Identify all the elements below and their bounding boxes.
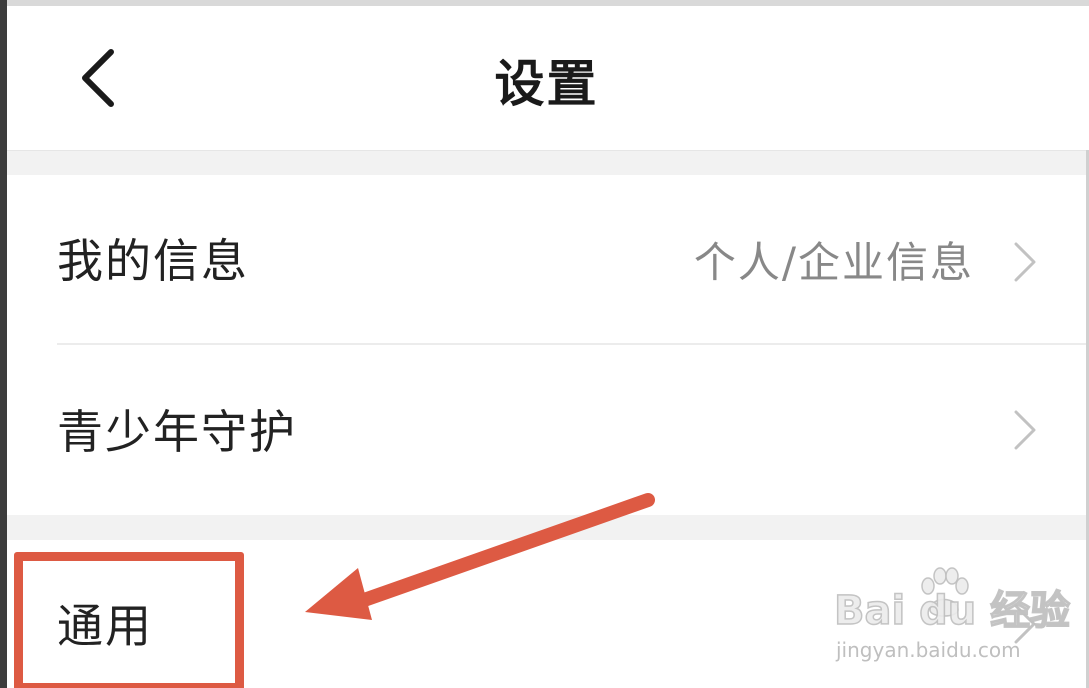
- settings-item-label: 青少年守护: [57, 405, 297, 459]
- section-gap: [7, 515, 1086, 540]
- settings-item-youth-protection[interactable]: 青少年守护: [7, 345, 1086, 515]
- top-bar: 设置: [7, 6, 1086, 150]
- settings-item-label: 我的信息: [57, 234, 249, 288]
- annotation-highlight-box: [14, 552, 244, 688]
- section-gap: [7, 150, 1086, 175]
- chevron-right-icon: [1014, 604, 1036, 644]
- chevron-right-icon: [1014, 410, 1036, 450]
- settings-screen: 设置 我的信息 个人/企业信息 青少年守护 通用 Bai du 经验 jingy…: [0, 0, 1089, 688]
- settings-item-value: 个人/企业信息: [693, 238, 974, 287]
- chevron-right-icon: [1014, 242, 1036, 282]
- page-title: 设置: [494, 55, 599, 113]
- settings-item-my-info[interactable]: 我的信息 个人/企业信息: [7, 175, 1086, 343]
- frame-left-edge: [0, 0, 7, 688]
